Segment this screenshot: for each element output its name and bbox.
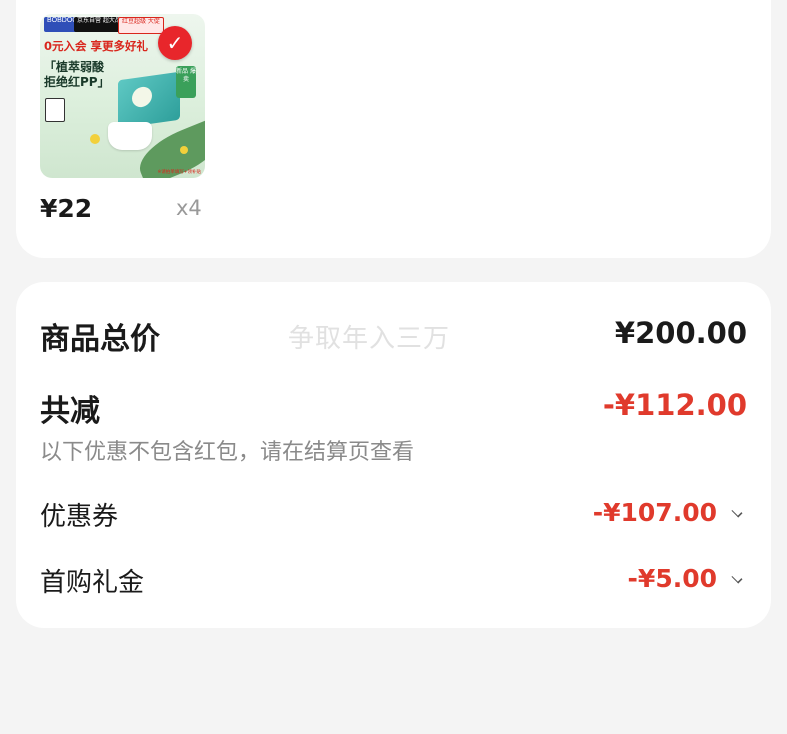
coupon-label: 优惠券 (40, 502, 119, 532)
total-discount-row: 共减 -¥112.00 (40, 386, 747, 429)
product-card: BOBDOG 巴布豆 京东自营 超大品牌 红豆超级 大促 0元入会 享更多好礼 … (16, 0, 771, 258)
flower-image (180, 146, 188, 154)
promo-chip-red: 红豆超级 大促 (118, 17, 164, 34)
diaper-image (108, 122, 152, 150)
total-discount-label: 共减 (40, 394, 100, 429)
flower-image (90, 134, 100, 144)
chevron-down-icon[interactable] (731, 506, 743, 518)
product-thumbnail[interactable]: BOBDOG 巴布豆 京东自营 超大品牌 红豆超级 大促 0元入会 享更多好礼 … (40, 14, 205, 178)
first-purchase-gift-value: -¥5.00 (627, 564, 717, 593)
first-purchase-gift-row[interactable]: 首购礼金 -¥5.00 (40, 562, 747, 598)
new-product-tag: 新品 爆卖 (176, 66, 196, 98)
thumbnail-headline: 0元入会 享更多好礼 (44, 39, 149, 53)
total-price-row: 商品总价 ¥200.00 (40, 314, 747, 357)
mini-package-image (45, 98, 65, 122)
coupon-row[interactable]: 优惠券 -¥107.00 (40, 496, 747, 532)
chevron-down-icon[interactable] (731, 572, 743, 584)
coupon-value: -¥107.00 (592, 498, 717, 527)
product-price: ¥22 (40, 194, 93, 223)
check-icon: ✓ (158, 26, 192, 60)
diaper-pack-image (118, 71, 180, 129)
price-summary-card: 争取年入三万 商品总价 ¥200.00 共减 -¥112.00 以下优惠不包含红… (16, 282, 771, 628)
total-price-value: ¥200.00 (614, 316, 747, 350)
thumbnail-slogan: 「植萃弱酸 拒绝红PP」 (44, 60, 110, 89)
total-discount-value: -¥112.00 (602, 388, 747, 422)
discount-note-row: 以下优惠不包含红包，请在结算页查看 (40, 434, 747, 466)
product-quantity: x4 (176, 196, 202, 220)
discount-note: 以下优惠不包含红包，请在结算页查看 (40, 440, 415, 465)
total-price-label: 商品总价 (40, 322, 160, 357)
thumbnail-footnote: ※请拍单填写+领补贴 (157, 170, 201, 175)
first-purchase-gift-label: 首购礼金 (40, 568, 145, 598)
